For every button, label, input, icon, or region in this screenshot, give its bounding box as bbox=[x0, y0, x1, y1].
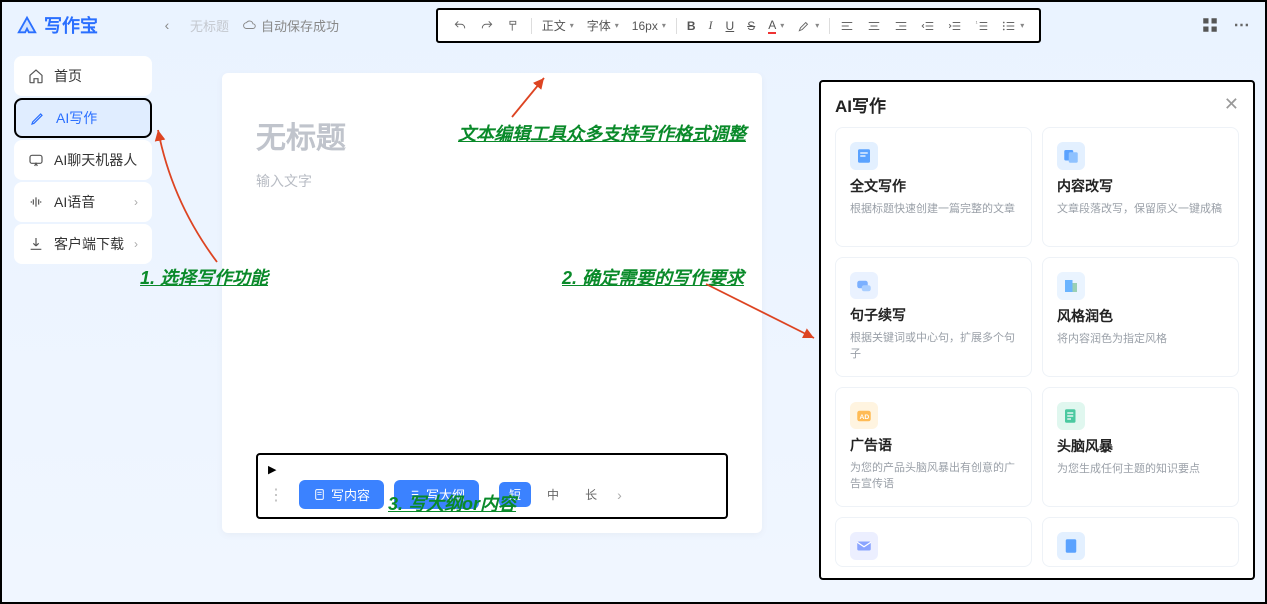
italic-button[interactable]: I bbox=[706, 16, 716, 35]
drag-handle-icon[interactable]: ⋮ bbox=[268, 485, 285, 505]
highlight-button[interactable] bbox=[794, 17, 822, 35]
rewrite-icon bbox=[1057, 142, 1085, 170]
download-icon bbox=[28, 236, 44, 252]
close-icon[interactable]: ✕ bbox=[1224, 94, 1239, 115]
editor-toolbar: 正文 字体 16px B I U S A 1 bbox=[436, 8, 1042, 43]
chevron-right-icon[interactable]: › bbox=[613, 487, 626, 503]
style-icon bbox=[1057, 272, 1085, 300]
align-right-button[interactable] bbox=[891, 17, 911, 35]
sidebar-item-label: AI聊天机器人 bbox=[54, 150, 137, 170]
sidebar-item-ai-voice[interactable]: AI语音 › bbox=[14, 182, 152, 222]
heading-select[interactable]: 正文 bbox=[539, 15, 577, 36]
continue-icon bbox=[850, 272, 878, 299]
ad-icon: AD bbox=[850, 402, 878, 429]
ai-card-style[interactable]: 风格润色 将内容润色为指定风格 bbox=[1042, 257, 1239, 377]
audio-icon bbox=[28, 194, 44, 210]
undo-button[interactable] bbox=[450, 17, 470, 35]
brainstorm-icon bbox=[1057, 402, 1085, 430]
editor-area[interactable]: 无标题 输入文字 ▶ ⋮ 写内容 写大纲 短 中 bbox=[222, 73, 762, 533]
editor-bottom-bar: ▶ ⋮ 写内容 写大纲 短 中 长 › bbox=[256, 453, 728, 519]
bullet-list-button[interactable] bbox=[999, 17, 1027, 35]
app-logo: 写作宝 bbox=[16, 12, 98, 38]
chevron-right-icon: › bbox=[134, 237, 138, 251]
bold-button[interactable]: B bbox=[684, 17, 699, 35]
sidebar-item-home[interactable]: 首页 bbox=[14, 56, 152, 96]
play-icon[interactable]: ▶ bbox=[268, 463, 716, 476]
indent-button[interactable] bbox=[945, 17, 965, 35]
write-content-button[interactable]: 写内容 bbox=[299, 480, 384, 509]
outdent-button[interactable] bbox=[918, 17, 938, 35]
doc-icon bbox=[313, 488, 326, 501]
fontsize-select[interactable]: 16px bbox=[629, 17, 669, 35]
back-icon[interactable]: ‹ bbox=[158, 16, 176, 34]
align-left-button[interactable] bbox=[837, 17, 857, 35]
svg-text:AD: AD bbox=[860, 414, 870, 421]
ai-panel-title: AI写作 bbox=[835, 92, 886, 117]
redo-button[interactable] bbox=[477, 17, 497, 35]
write-outline-button[interactable]: 写大纲 bbox=[394, 480, 479, 509]
length-group: 短 中 长 › bbox=[499, 482, 626, 507]
ordered-list-button[interactable]: 1 bbox=[972, 17, 992, 35]
font-select[interactable]: 字体 bbox=[584, 15, 622, 36]
length-short-button[interactable]: 短 bbox=[499, 482, 531, 507]
sidebar-item-ai-chat[interactable]: AI聊天机器人 bbox=[14, 140, 152, 180]
body-input[interactable]: 输入文字 bbox=[256, 171, 728, 191]
ai-card-continue[interactable]: 句子续写 根据关键词或中心句，扩展多个句子 bbox=[835, 257, 1032, 377]
sidebar-item-label: 客户端下载 bbox=[54, 234, 124, 254]
sidebar-item-label: 首页 bbox=[54, 66, 82, 86]
sidebar-item-ai-write[interactable]: AI写作 bbox=[14, 98, 152, 138]
length-long-button[interactable]: 长 bbox=[575, 482, 607, 507]
sidebar: 首页 AI写作 AI聊天机器人 AI语音 › 客户端下载 › bbox=[2, 48, 162, 602]
pen-icon bbox=[30, 110, 46, 126]
ai-card-rewrite[interactable]: 内容改写 文章段落改写，保留原义一键成稿 bbox=[1042, 127, 1239, 247]
title-input[interactable]: 无标题 bbox=[256, 113, 728, 157]
sidebar-item-label: AI写作 bbox=[56, 108, 97, 128]
format-painter-button[interactable] bbox=[504, 17, 524, 35]
sidebar-item-download[interactable]: 客户端下载 › bbox=[14, 224, 152, 264]
list-icon bbox=[408, 488, 421, 501]
ai-card-extra2[interactable] bbox=[1042, 517, 1239, 567]
text-color-button[interactable]: A bbox=[765, 16, 787, 36]
ai-card-brainstorm[interactable]: 头脑风暴 为您生成任何主题的知识要点 bbox=[1042, 387, 1239, 507]
svg-text:1: 1 bbox=[976, 20, 978, 24]
app-name: 写作宝 bbox=[44, 12, 98, 38]
strike-button[interactable]: S bbox=[744, 17, 758, 35]
underline-button[interactable]: U bbox=[723, 17, 738, 35]
ai-card-ad[interactable]: AD 广告语 为您的产品头脑风暴出有创意的广告宣传语 bbox=[835, 387, 1032, 507]
doc-blue-icon bbox=[850, 142, 878, 170]
ai-card-full-write[interactable]: 全文写作 根据标题快速创建一篇完整的文章 bbox=[835, 127, 1032, 247]
home-icon bbox=[28, 68, 44, 84]
align-center-button[interactable] bbox=[864, 17, 884, 35]
ai-card-extra1[interactable] bbox=[835, 517, 1032, 567]
chevron-right-icon: › bbox=[134, 195, 138, 209]
ai-write-panel: AI写作 ✕ 全文写作 根据标题快速创建一篇完整的文章 内容改写 文章段落改写，… bbox=[819, 80, 1255, 580]
doc2-icon bbox=[1057, 532, 1085, 560]
length-mid-button[interactable]: 中 bbox=[537, 482, 569, 507]
chat-icon bbox=[28, 152, 44, 168]
sidebar-item-label: AI语音 bbox=[54, 192, 95, 212]
mail-icon bbox=[850, 532, 878, 560]
